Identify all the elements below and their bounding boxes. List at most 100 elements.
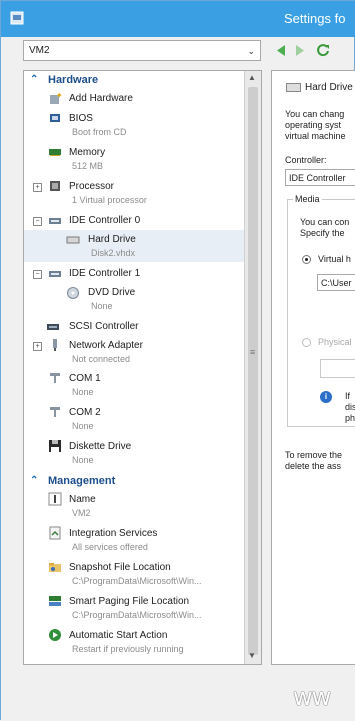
detail-panel: Hard Drive You can chang operating syst … [271,70,355,665]
item-sublabel: Restart if previously running [72,644,184,654]
item-label: Name [69,494,96,505]
item-label: COM 1 [69,373,101,384]
hard-drive-icon [286,83,301,92]
item-sublabel: Boot from CD [72,127,127,137]
tree-item-integration-services[interactable]: Integration Services All services offere… [24,525,245,555]
controller-label: Controller: [285,155,327,165]
virtual-disk-radio[interactable] [302,255,311,264]
tree-item-smart-paging-file-location[interactable]: Smart Paging File Location C:\ProgramDat… [24,593,245,623]
integration-services-icon [49,526,61,540]
collapse-icon: ⌃ [30,475,39,486]
forward-arrow-icon[interactable] [295,45,304,56]
hardware-section-label: Hardware [48,74,99,86]
vm-select-dropdown[interactable]: VM2 ⌄ [23,40,261,61]
remove-text: To remove the [285,450,343,460]
physical-disk-radio[interactable] [302,338,311,347]
automatic-start-icon [49,629,61,641]
scroll-up-icon[interactable]: ▲ [248,73,256,82]
network-adapter-icon [53,339,57,351]
item-label: Smart Paging File Location [69,596,190,607]
item-label: DVD Drive [88,287,136,298]
item-label: Snapshot File Location [69,562,171,573]
scrollbar-thumb[interactable] [248,87,258,655]
controller-select[interactable]: IDE Controller [285,169,355,186]
tree-item-dvd-drive[interactable]: DVD Drive None [24,284,245,316]
controller-value: IDE Controller [289,173,346,183]
collapse-icon[interactable]: − [33,270,42,279]
tree-item-ide-controller-1[interactable]: − IDE Controller 1 [24,265,245,283]
media-text: You can con [300,217,350,227]
processor-icon [50,181,60,191]
scroll-down-icon[interactable]: ▼ [248,651,256,660]
tree-item-memory[interactable]: Memory 512 MB [24,144,245,174]
back-arrow-icon[interactable] [277,45,286,56]
scroll-grip-icon: ≡ [250,347,256,357]
item-sublabel: 1 Virtual processor [72,195,147,205]
item-sublabel: VM2 [72,508,91,518]
expand-icon[interactable]: + [33,342,42,351]
item-label: Integration Services [69,528,158,539]
chevron-down-icon: ⌄ [247,46,255,56]
item-label: Diskette Drive [69,441,132,452]
item-label: Memory [69,147,106,158]
tree-item-com-1[interactable]: COM 1 None [24,370,245,400]
settings-window: Settings fo VM2 ⌄ ⌃ Hardware ✦ Add Hardw… [0,0,355,721]
media-text: Specify the [300,228,345,238]
item-sublabel: None [72,387,94,397]
tree-item-diskette-drive[interactable]: Diskette Drive None [24,438,245,468]
tree-item-bios[interactable]: BIOS Boot from CD [24,110,245,140]
physical-disk-label: Physical [318,337,352,347]
tree-item-network-adapter[interactable]: + Network Adapter Not connected [24,337,245,367]
title-bar: Settings fo [1,1,355,37]
tree-item-add-hardware[interactable]: ✦ Add Hardware [24,90,245,108]
refresh-icon[interactable] [316,43,330,57]
settings-tree: ⌃ Hardware ✦ Add Hardware BIOS Boot from… [23,70,262,665]
snapshot-folder-icon [49,563,61,572]
management-section-header[interactable]: ⌃ Management [24,474,245,489]
item-label: BIOS [69,113,93,124]
tree-item-com-2[interactable]: COM 2 None [24,404,245,434]
item-label: COM 2 [69,407,101,418]
tree-scrollbar[interactable]: ▲ ≡ ▼ [244,71,261,664]
svg-text:✦: ✦ [56,91,62,100]
virtual-disk-path-input[interactable]: C:\User [317,274,355,291]
item-label: Network Adapter [69,340,143,351]
item-sublabel: None [72,455,94,465]
expand-icon[interactable]: + [33,183,42,192]
tree-item-processor[interactable]: + Processor 1 Virtual processor [24,178,245,208]
ide-controller-icon [49,271,61,277]
watermark-text: ww [293,683,331,711]
window-title: Settings fo [284,11,346,26]
item-sublabel: Disk2.vhdx [91,248,136,258]
physical-disk-select[interactable] [320,359,355,378]
item-label: Automatic Start Action [69,630,168,641]
item-sublabel: None [91,301,113,311]
item-label: Add Hardware [69,93,133,104]
item-sublabel: C:\ProgramData\Microsoft\Win... [72,576,202,586]
smart-paging-icon [49,596,61,606]
item-label: IDE Controller 1 [69,268,141,279]
hard-drive-icon [66,236,80,244]
tree-item-ide-controller-0[interactable]: − IDE Controller 0 [24,212,245,230]
item-sublabel: C:\ProgramData\Microsoft\Win... [72,610,202,620]
item-label: Hard Drive [88,234,136,245]
ide-controller-icon [49,218,61,224]
tree-item-hard-drive[interactable]: Hard Drive Disk2.vhdx [24,230,245,262]
collapse-icon[interactable]: − [33,217,42,226]
tree-item-snapshot-file-location[interactable]: Snapshot File Location C:\ProgramData\Mi… [24,559,245,589]
info-text: If [345,391,351,401]
virtual-disk-label: Virtual h [318,254,351,264]
intro-text: virtual machine [285,131,346,141]
info-icon: i [320,391,332,403]
com-port-icon [50,373,60,383]
tree-item-name[interactable]: Name VM2 [24,491,245,521]
info-text: ph [345,413,355,423]
item-label: Processor [69,181,115,192]
tree-item-scsi-controller[interactable]: SCSI Controller [24,318,245,336]
com-port-icon [50,407,60,417]
hardware-section-header[interactable]: ⌃ Hardware [24,73,245,88]
intro-text: You can chang [285,109,345,119]
tree-item-automatic-start-action[interactable]: Automatic Start Action Restart if previo… [24,627,245,657]
management-section-label: Management [48,475,116,487]
item-sublabel: None [72,421,94,431]
